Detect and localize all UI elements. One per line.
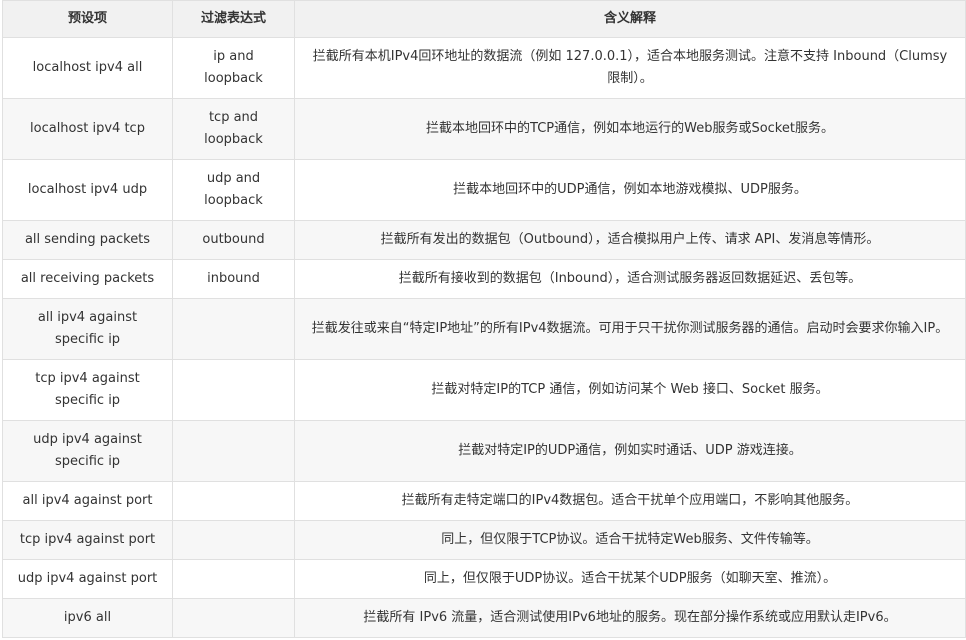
preset-cell: all receiving packets xyxy=(2,259,173,299)
filter-cell xyxy=(172,520,295,560)
filter-cell: inbound xyxy=(172,259,295,299)
filter-cell xyxy=(172,298,295,360)
header-preset: 预设项 xyxy=(2,0,173,38)
description-cell: 拦截对特定IP的UDP通信，例如实时通话、UDP 游戏连接。 xyxy=(294,420,966,482)
preset-cell: udp ipv4 against specific ip xyxy=(2,420,173,482)
description-cell: 拦截所有走特定端口的IPv4数据包。适合干扰单个应用端口，不影响其他服务。 xyxy=(294,481,966,521)
filter-cell xyxy=(172,481,295,521)
filter-cell: tcp and loopback xyxy=(172,98,295,160)
preset-cell: tcp ipv4 against specific ip xyxy=(2,359,173,421)
table-row: udp ipv4 against port 同上，但仅限于UDP协议。适合干扰某… xyxy=(2,559,966,599)
table-row: localhost ipv4 all ip and loopback 拦截所有本… xyxy=(2,37,966,99)
description-cell: 拦截所有 IPv6 流量，适合测试使用IPv6地址的服务。现在部分操作系统或应用… xyxy=(294,598,966,638)
description-cell: 同上，但仅限于UDP协议。适合干扰某个UDP服务（如聊天室、推流）。 xyxy=(294,559,966,599)
description-cell: 拦截所有发出的数据包（Outbound），适合模拟用户上传、请求 API、发消息… xyxy=(294,220,966,260)
description-cell: 同上，但仅限于TCP协议。适合干扰特定Web服务、文件传输等。 xyxy=(294,520,966,560)
table-row: all ipv4 against specific ip 拦截发往或来自“特定I… xyxy=(2,298,966,360)
filter-cell: ip and loopback xyxy=(172,37,295,99)
preset-cell: localhost ipv4 all xyxy=(2,37,173,99)
table-row: all sending packets outbound 拦截所有发出的数据包（… xyxy=(2,220,966,260)
preset-table: 预设项 过滤表达式 含义解释 localhost ipv4 all ip and… xyxy=(2,0,966,638)
preset-cell: all sending packets xyxy=(2,220,173,260)
filter-cell: outbound xyxy=(172,220,295,260)
preset-cell: all ipv4 against port xyxy=(2,481,173,521)
header-filter: 过滤表达式 xyxy=(172,0,295,38)
table-row: ipv6 all 拦截所有 IPv6 流量，适合测试使用IPv6地址的服务。现在… xyxy=(2,598,966,638)
preset-cell: udp ipv4 against port xyxy=(2,559,173,599)
header-description: 含义解释 xyxy=(294,0,966,38)
table-row: all ipv4 against port 拦截所有走特定端口的IPv4数据包。… xyxy=(2,481,966,521)
preset-cell: tcp ipv4 against port xyxy=(2,520,173,560)
table-row: all receiving packets inbound 拦截所有接收到的数据… xyxy=(2,259,966,299)
filter-cell xyxy=(172,559,295,599)
table-row: tcp ipv4 against specific ip 拦截对特定IP的TCP… xyxy=(2,359,966,421)
table-row: localhost ipv4 udp udp and loopback 拦截本地… xyxy=(2,159,966,221)
preset-cell: ipv6 all xyxy=(2,598,173,638)
filter-cell xyxy=(172,359,295,421)
preset-cell: all ipv4 against specific ip xyxy=(2,298,173,360)
table-header-row: 预设项 过滤表达式 含义解释 xyxy=(2,0,966,38)
table-row: localhost ipv4 tcp tcp and loopback 拦截本地… xyxy=(2,98,966,160)
filter-cell: udp and loopback xyxy=(172,159,295,221)
table-row: udp ipv4 against specific ip 拦截对特定IP的UDP… xyxy=(2,420,966,482)
preset-cell: localhost ipv4 udp xyxy=(2,159,173,221)
filter-cell xyxy=(172,420,295,482)
filter-cell xyxy=(172,598,295,638)
description-cell: 拦截本地回环中的TCP通信，例如本地运行的Web服务或Socket服务。 xyxy=(294,98,966,160)
description-cell: 拦截所有接收到的数据包（Inbound），适合测试服务器返回数据延迟、丢包等。 xyxy=(294,259,966,299)
preset-cell: localhost ipv4 tcp xyxy=(2,98,173,160)
description-cell: 拦截所有本机IPv4回环地址的数据流（例如 127.0.0.1），适合本地服务测… xyxy=(294,37,966,99)
description-cell: 拦截对特定IP的TCP 通信，例如访问某个 Web 接口、Socket 服务。 xyxy=(294,359,966,421)
description-cell: 拦截发往或来自“特定IP地址”的所有IPv4数据流。可用于只干扰你测试服务器的通… xyxy=(294,298,966,360)
description-cell: 拦截本地回环中的UDP通信，例如本地游戏模拟、UDP服务。 xyxy=(294,159,966,221)
table-row: tcp ipv4 against port 同上，但仅限于TCP协议。适合干扰特… xyxy=(2,520,966,560)
